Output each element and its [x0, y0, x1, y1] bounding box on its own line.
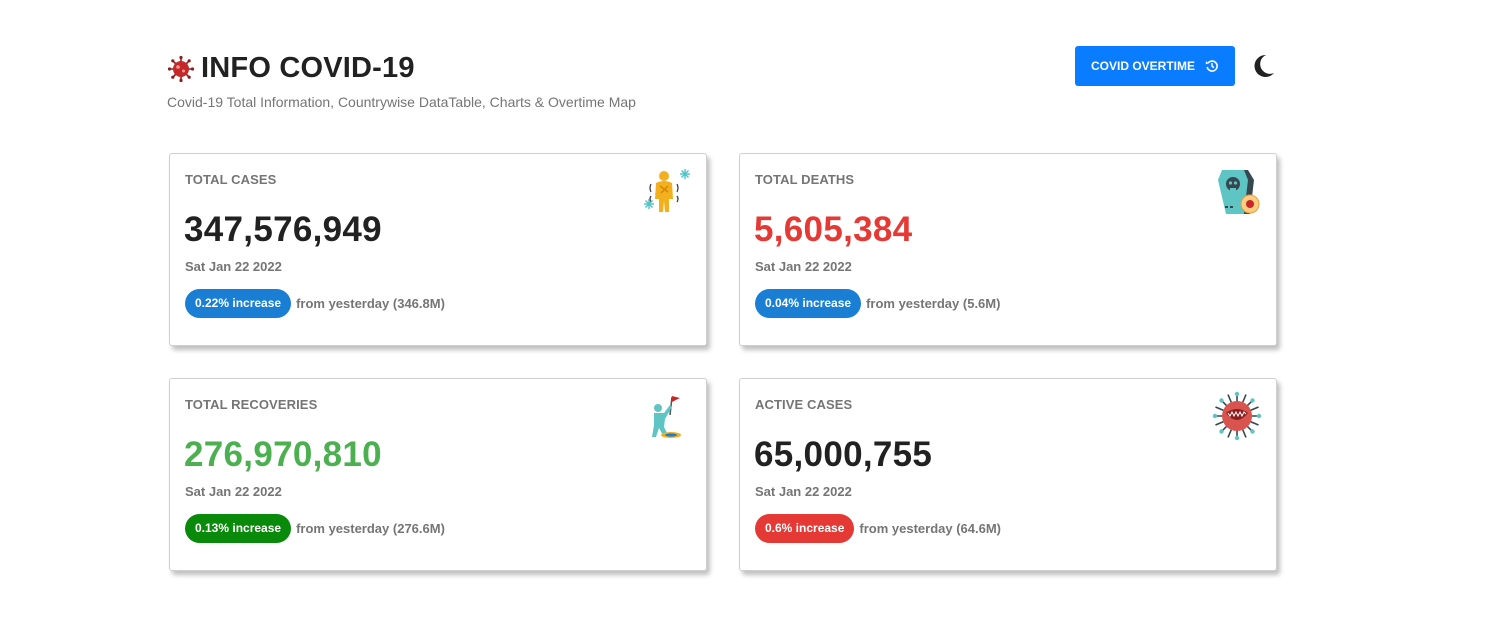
total-deaths-card: TOTAL DEATHS 5,605,384 Sat Jan 22 2022 0…	[739, 153, 1277, 346]
virus-icon	[1212, 391, 1262, 441]
card-label: TOTAL CASES	[185, 172, 277, 187]
change-badge: 0.22% increase	[185, 289, 292, 318]
victory-flag-icon	[652, 396, 681, 438]
change-badge: 0.6% increase	[755, 514, 855, 543]
page-title: INFO COVID-19	[201, 52, 415, 84]
change-badge: 0.13% increase	[185, 514, 292, 543]
card-change: 0.6% increase from yesterday (64.6M)	[755, 514, 1001, 543]
total-recoveries-card: TOTAL RECOVERIES 276,970,810 Sat Jan 22 …	[169, 378, 707, 571]
card-date: Sat Jan 22 2022	[185, 484, 282, 499]
covid-overtime-label: COVID OVERTIME	[1090, 59, 1195, 73]
card-value: 65,000,755	[754, 435, 933, 474]
coffin-icon	[1218, 170, 1260, 214]
card-label: TOTAL DEATHS	[755, 172, 855, 187]
page-subtitle: Covid-19 Total Information, Countrywise …	[167, 94, 636, 110]
active-cases-card: ACTIVE CASES 65,000,755 Sat Jan 22 2022 …	[739, 378, 1277, 571]
card-label: TOTAL RECOVERIES	[185, 397, 318, 412]
sick-person-icon	[644, 169, 690, 212]
card-label: ACTIVE CASES	[755, 397, 853, 412]
change-text: from yesterday (276.6M)	[296, 521, 445, 536]
card-change: 0.04% increase from yesterday (5.6M)	[755, 289, 1000, 318]
card-change: 0.13% increase from yesterday (276.6M)	[185, 514, 445, 543]
card-date: Sat Jan 22 2022	[755, 259, 852, 274]
total-cases-card: TOTAL CASES 347,576,949 Sat Jan 22 2022 …	[169, 153, 707, 346]
change-badge: 0.04% increase	[755, 289, 862, 318]
card-value: 347,576,949	[184, 210, 382, 249]
change-text: from yesterday (64.6M)	[859, 521, 1002, 536]
covid-overtime-button[interactable]: COVID OVERTIME	[1075, 46, 1235, 86]
history-icon	[1205, 60, 1218, 72]
card-date: Sat Jan 22 2022	[755, 484, 852, 499]
change-text: from yesterday (5.6M)	[866, 296, 1001, 311]
change-text: from yesterday (346.8M)	[296, 296, 445, 311]
card-value: 5,605,384	[754, 210, 913, 249]
virus-icon	[167, 55, 195, 82]
card-value: 276,970,810	[184, 435, 382, 474]
card-date: Sat Jan 22 2022	[185, 259, 282, 274]
moon-icon[interactable]	[1250, 53, 1276, 79]
card-change: 0.22% increase from yesterday (346.8M)	[185, 289, 445, 318]
page-header: INFO COVID-19 Covid-19 Total Information…	[167, 46, 1279, 112]
